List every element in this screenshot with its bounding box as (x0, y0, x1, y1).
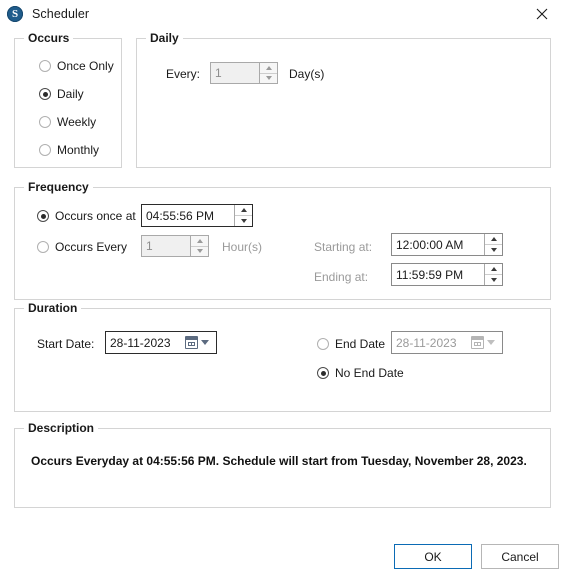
radio-occurs-once-at[interactable]: Occurs once at (37, 209, 136, 223)
description-group: Description Occurs Everyday at 04:55:56 … (14, 421, 551, 508)
radio-occurs-once-at-label: Occurs once at (55, 209, 136, 223)
duration-group-legend: Duration (24, 301, 82, 315)
chevron-down-icon (490, 278, 497, 282)
title-bar: Scheduler (0, 0, 564, 28)
starting-at-spinner-down[interactable] (485, 245, 502, 255)
occurs-once-time-spinner[interactable] (234, 205, 252, 226)
daily-every-label: Every: (166, 67, 201, 81)
end-date-picker-button[interactable] (464, 332, 502, 353)
daily-unit-label: Day(s) (289, 67, 325, 81)
starting-at-label: Starting at: (314, 240, 373, 254)
daily-every-value: 1 (215, 66, 222, 80)
calendar-icon (185, 336, 198, 349)
starting-at-spinner-up[interactable] (485, 234, 502, 245)
occurs-group: Occurs Once Only Daily Weekly Monthly (14, 31, 122, 168)
radio-end-date-label: End Date (335, 337, 386, 351)
chevron-up-icon (490, 267, 497, 271)
radio-no-end-date-indicator (317, 367, 329, 379)
ending-at-label: Ending at: (314, 270, 369, 284)
occurs-every-spinner-up[interactable] (191, 236, 208, 247)
chevron-down-icon (487, 340, 495, 345)
chevron-down-icon (201, 340, 209, 345)
cancel-button[interactable]: Cancel (481, 544, 559, 569)
chevron-down-icon (240, 219, 247, 223)
occurs-group-legend: Occurs (24, 31, 74, 45)
chevron-up-icon (265, 65, 272, 70)
daily-every-spinner-down[interactable] (260, 74, 277, 84)
ok-button[interactable]: OK (394, 544, 472, 569)
ending-at-field[interactable]: 11:59:59 PM (391, 263, 503, 286)
start-date-field[interactable]: 28-11-2023 (105, 331, 217, 354)
radio-once-only-label: Once Only (57, 59, 114, 73)
window-title: Scheduler (32, 7, 90, 21)
chevron-down-icon (196, 249, 203, 254)
close-icon (536, 8, 547, 20)
end-date-value: 28-11-2023 (396, 335, 457, 350)
description-group-legend: Description (24, 421, 99, 435)
daily-every-spinner[interactable] (259, 63, 277, 83)
occurs-once-time-field[interactable]: 04:55:56 PM (141, 204, 253, 227)
daily-group: Daily Every: 1 Day(s) (136, 31, 551, 168)
radio-daily[interactable]: Daily (39, 87, 84, 101)
radio-daily-indicator (39, 88, 51, 100)
chevron-up-icon (196, 238, 203, 243)
radio-occurs-every[interactable]: Occurs Every (37, 240, 127, 254)
close-button[interactable] (519, 0, 564, 28)
chevron-down-icon (265, 76, 272, 81)
frequency-group: Frequency Occurs once at 04:55:56 PM Occ… (14, 180, 551, 300)
ending-at-spinner-up[interactable] (485, 264, 502, 275)
occurs-every-interval-spinner[interactable] (190, 236, 208, 256)
occurs-once-time-spinner-up[interactable] (235, 205, 252, 216)
radio-weekly-indicator (39, 116, 51, 128)
description-text: Occurs Everyday at 04:55:56 PM. Schedule… (31, 454, 527, 468)
chevron-up-icon (490, 237, 497, 241)
starting-at-spinner[interactable] (484, 234, 502, 255)
radio-end-date[interactable]: End Date (317, 337, 385, 351)
occurs-every-spinner-down[interactable] (191, 247, 208, 257)
occurs-every-interval-value: 1 (146, 239, 153, 253)
occurs-every-interval-stepper[interactable]: 1 (141, 235, 209, 257)
ending-at-spinner[interactable] (484, 264, 502, 285)
starting-at-field[interactable]: 12:00:00 AM (391, 233, 503, 256)
radio-occurs-once-at-indicator (37, 210, 49, 222)
radio-occurs-every-indicator (37, 241, 49, 253)
radio-monthly-indicator (39, 144, 51, 156)
ending-at-value: 11:59:59 PM (396, 267, 464, 282)
daily-every-spinner-up[interactable] (260, 63, 277, 74)
radio-daily-label: Daily (57, 87, 84, 101)
occurs-once-time-spinner-down[interactable] (235, 216, 252, 226)
starting-at-value: 12:00:00 AM (396, 237, 464, 252)
radio-occurs-every-label: Occurs Every (55, 240, 128, 254)
scheduler-app-icon (7, 6, 23, 22)
radio-once-only-indicator (39, 60, 51, 72)
radio-once-only[interactable]: Once Only (39, 59, 114, 73)
radio-weekly[interactable]: Weekly (39, 115, 96, 129)
ending-at-spinner-down[interactable] (485, 275, 502, 285)
radio-weekly-label: Weekly (57, 115, 97, 129)
radio-no-end-date-label: No End Date (335, 366, 404, 380)
radio-monthly[interactable]: Monthly (39, 143, 99, 157)
start-date-label: Start Date: (37, 337, 95, 351)
daily-every-stepper[interactable]: 1 (210, 62, 278, 84)
radio-end-date-indicator (317, 338, 329, 350)
occurs-every-unit-label: Hour(s) (222, 240, 263, 254)
chevron-up-icon (240, 208, 247, 212)
occurs-once-time-value: 04:55:56 PM (146, 208, 215, 223)
end-date-field[interactable]: 28-11-2023 (391, 331, 503, 354)
chevron-down-icon (490, 248, 497, 252)
radio-no-end-date[interactable]: No End Date (317, 366, 404, 380)
daily-group-legend: Daily (146, 31, 183, 45)
start-date-value: 28-11-2023 (110, 335, 171, 350)
duration-group: Duration Start Date: 28-11-2023 End Date… (14, 301, 551, 412)
calendar-icon (471, 336, 484, 349)
radio-monthly-label: Monthly (57, 143, 100, 157)
start-date-picker-button[interactable] (178, 332, 216, 353)
frequency-group-legend: Frequency (24, 180, 93, 194)
